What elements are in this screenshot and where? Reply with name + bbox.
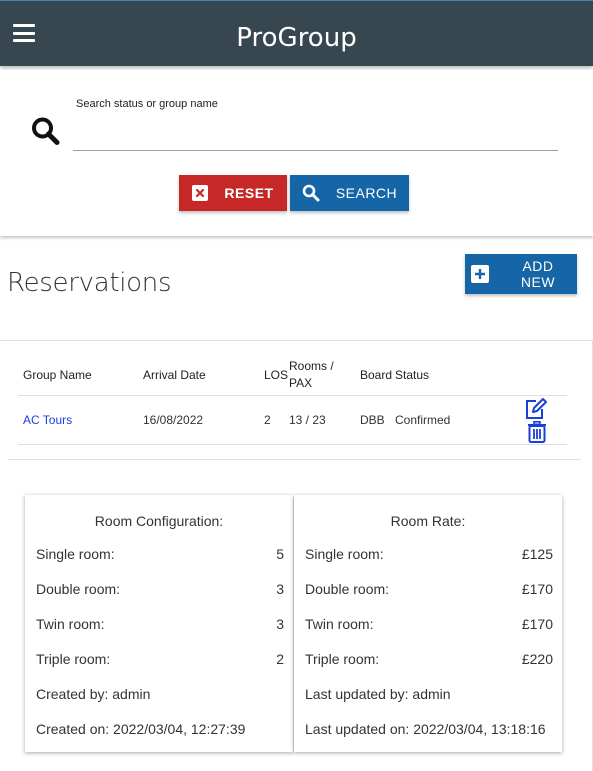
rate-double-label: Double room:	[305, 581, 390, 597]
row-divider	[18, 444, 567, 445]
updated-by: Last updated by: admin	[305, 686, 451, 702]
header-rooms-pax-line1: Rooms /	[289, 359, 334, 373]
rate-triple-label: Triple room:	[305, 651, 380, 667]
config-double-label: Double room:	[36, 581, 121, 597]
created-on: Created on: 2022/03/04, 12:27:39	[36, 721, 246, 737]
app-bar: ProGroup	[0, 0, 593, 66]
search-button[interactable]: SEARCH	[290, 175, 409, 211]
app-title: ProGroup	[236, 23, 357, 53]
add-new-label: ADD NEW	[520, 258, 556, 290]
close-box-icon	[192, 185, 209, 201]
rate-twin-label: Twin room:	[305, 616, 374, 632]
header-los: LOS	[264, 368, 289, 382]
header-rooms-pax-line2: PAX	[289, 376, 313, 390]
updated-on: Last updated on: 2022/03/04, 13:18:16	[305, 721, 546, 737]
los-cell: 2	[264, 413, 271, 427]
arrival-date-cell: 16/08/2022	[143, 413, 204, 427]
search-field-label: Search status or group name	[76, 98, 218, 110]
reset-button-label: RESET	[224, 185, 274, 201]
rate-single-label: Single room:	[305, 546, 384, 562]
rate-twin-value: £170	[521, 616, 553, 632]
search-button-label: SEARCH	[335, 185, 398, 201]
rate-triple-value: £220	[521, 651, 553, 667]
group-name-link[interactable]: AC Tours	[23, 413, 72, 427]
room-rate-title: Room Rate:	[390, 513, 466, 529]
config-single-value: 5	[276, 546, 284, 562]
board-cell: DBB	[360, 413, 385, 427]
status-cell: Confirmed	[395, 413, 451, 427]
edit-icon[interactable]	[524, 397, 548, 421]
config-single-label: Single room:	[36, 546, 115, 562]
header-group-name: Group Name	[23, 368, 92, 382]
config-twin-value: 3	[276, 616, 284, 632]
search-panel: Search status or group name RESET SEARCH	[0, 70, 593, 236]
config-triple-label: Triple room:	[36, 651, 111, 667]
rate-double-value: £170	[521, 581, 553, 597]
plus-box-icon	[471, 265, 489, 283]
search-icon	[32, 117, 60, 145]
add-new-button[interactable]: ADD NEW	[465, 254, 577, 294]
search-input[interactable]	[73, 115, 558, 151]
trash-icon[interactable]	[527, 421, 547, 443]
header-status: Status	[395, 368, 430, 382]
table-bottom-divider	[8, 459, 581, 460]
header-divider	[18, 395, 567, 396]
reset-button[interactable]: RESET	[179, 175, 287, 211]
config-double-value: 3	[276, 581, 284, 597]
rate-single-value: £125	[521, 546, 553, 562]
header-rooms-pax: Rooms / PAX	[289, 359, 334, 390]
rooms-pax-cell: 13 / 23	[289, 413, 326, 427]
room-configuration-title: Room Configuration:	[94, 513, 224, 529]
search-icon	[302, 184, 320, 202]
created-by: Created by: admin	[36, 686, 151, 702]
room-rate-card: Room Rate: Single room: £125 Double room…	[294, 495, 562, 752]
header-board: Board	[360, 368, 393, 382]
config-triple-value: 2	[276, 651, 284, 667]
reservations-table: Group Name Arrival Date LOS Rooms / PAX …	[0, 340, 593, 771]
header-arrival-date: Arrival Date	[143, 368, 206, 382]
page-title: Reservations	[7, 268, 172, 298]
room-configuration-card: Room Configuration: Single room: 5 Doubl…	[25, 495, 293, 752]
config-twin-label: Twin room:	[36, 616, 105, 632]
